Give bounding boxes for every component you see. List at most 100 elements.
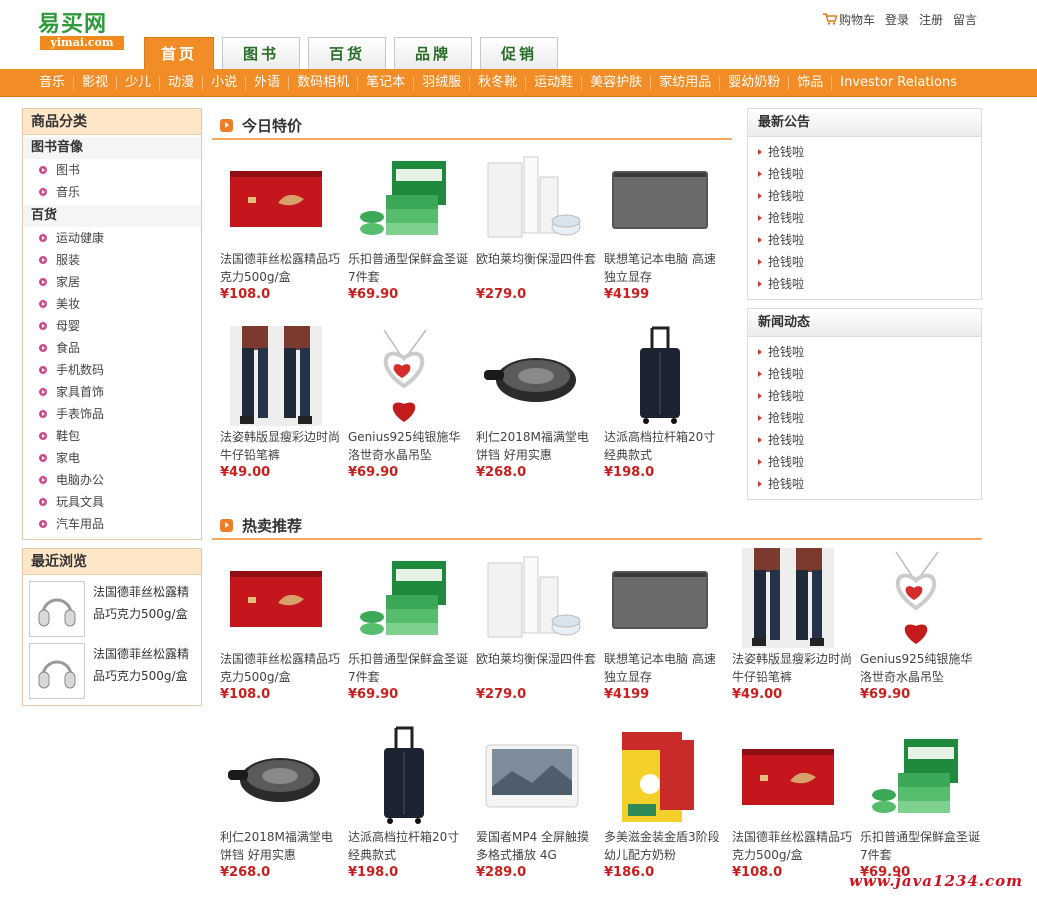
skincare-set-image[interactable] [476, 148, 588, 248]
heart-pendant-image[interactable] [348, 326, 460, 426]
news-link[interactable]: 抢钱啦 [748, 407, 981, 429]
product-name[interactable]: 联想笔记本电脑 高速独立显存 [604, 250, 724, 286]
product-name[interactable]: 法国德菲丝松露精品巧克力500g/盒 [220, 250, 340, 286]
news-link[interactable]: 抢钱啦 [748, 141, 981, 163]
news-link[interactable]: 抢钱啦 [748, 363, 981, 385]
product-card[interactable]: Genius925纯银施华洛世奇水晶吊坠 ¥69.90 [860, 548, 980, 704]
nav-item[interactable]: 美容护肤 [582, 76, 652, 90]
nav-item[interactable]: 音乐 [31, 76, 75, 90]
category-group-title[interactable]: 百货 [23, 205, 201, 227]
tab-3[interactable]: 品牌 [394, 37, 472, 69]
milk-powder-image[interactable] [604, 726, 716, 826]
product-card[interactable]: 乐扣普通型保鲜盒圣诞7件套 ¥69.90 [348, 548, 468, 704]
product-card[interactable]: 乐扣普通型保鲜盒圣诞7件套 ¥69.90 [860, 726, 980, 882]
nav-item[interactable]: 数码相机 [289, 76, 359, 90]
nav-item[interactable]: 家纺用品 [651, 76, 721, 90]
suitcase-image[interactable] [348, 726, 460, 826]
product-name[interactable]: 达派高档拉杆箱20寸 经典款式 [348, 828, 468, 864]
nav-item[interactable]: 动漫 [160, 76, 204, 90]
product-name[interactable]: 欧珀莱均衡保湿四件套 [476, 650, 596, 686]
cart-link[interactable]: 购物车 [822, 11, 875, 28]
product-name[interactable]: 利仁2018M福满堂电饼铛 好用实惠 [220, 828, 340, 864]
tab-4[interactable]: 促销 [480, 37, 558, 69]
heart-pendant-image[interactable] [860, 548, 972, 648]
product-card[interactable]: 联想笔记本电脑 高速独立显存 ¥4199 [604, 148, 724, 304]
nav-item[interactable]: Investor Relations [832, 76, 965, 90]
mp4-player-image[interactable] [476, 726, 588, 826]
laptop-image[interactable] [604, 548, 716, 648]
news-link[interactable]: 抢钱啦 [748, 251, 981, 273]
laptop-image[interactable] [604, 148, 716, 248]
news-link[interactable]: 抢钱啦 [748, 451, 981, 473]
product-card[interactable]: 法国德菲丝松露精品巧克力500g/盒 ¥108.0 [732, 726, 852, 882]
category-item[interactable]: 美妆 [23, 293, 201, 315]
electric-pan-image[interactable] [476, 326, 588, 426]
tab-1[interactable]: 图书 [222, 37, 300, 69]
category-item[interactable]: 运动健康 [23, 227, 201, 249]
nav-item[interactable]: 饰品 [789, 76, 833, 90]
category-item[interactable]: 图书 [23, 159, 201, 181]
product-name[interactable]: 乐扣普通型保鲜盒圣诞7件套 [860, 828, 980, 864]
product-name[interactable]: Genius925纯银施华洛世奇水晶吊坠 [860, 650, 980, 686]
news-link[interactable]: 抢钱啦 [748, 385, 981, 407]
category-item[interactable]: 服装 [23, 249, 201, 271]
register-link[interactable]: 注册 [919, 11, 943, 28]
nav-item[interactable]: 外语 [246, 76, 290, 90]
electric-pan-image[interactable] [220, 726, 332, 826]
product-name[interactable]: 利仁2018M福满堂电饼铛 好用实惠 [476, 428, 596, 464]
product-name[interactable]: 法国德菲丝松露精品巧克力500g/盒 [220, 650, 340, 686]
product-name[interactable]: 法姿韩版显瘦彩边时尚牛仔铅笔裤 [732, 650, 852, 686]
category-item[interactable]: 汽车用品 [23, 513, 201, 535]
category-item[interactable]: 母婴 [23, 315, 201, 337]
nav-item[interactable]: 婴幼奶粉 [720, 76, 790, 90]
category-item[interactable]: 玩具文具 [23, 491, 201, 513]
product-card[interactable]: 达派高档拉杆箱20寸 经典款式 ¥198.0 [348, 726, 468, 882]
category-group-title[interactable]: 图书音像 [23, 137, 201, 159]
product-card[interactable]: 爱国者MP4 全屏触摸多格式播放 4G ¥289.0 [476, 726, 596, 882]
category-item[interactable]: 家居 [23, 271, 201, 293]
product-card[interactable]: 法姿韩版显瘦彩边时尚牛仔铅笔裤 ¥49.00 [220, 326, 340, 482]
skincare-set-image[interactable] [476, 548, 588, 648]
product-name[interactable]: 多美滋金装金盾3阶段幼儿配方奶粉 [604, 828, 724, 864]
category-item[interactable]: 音乐 [23, 181, 201, 203]
product-card[interactable]: 欧珀莱均衡保湿四件套 ¥279.0 [476, 148, 596, 304]
recent-item[interactable]: 法国德菲丝松露精品巧克力500g/盒 [23, 639, 201, 699]
recent-item-name[interactable]: 法国德菲丝松露精品巧克力500g/盒 [85, 581, 195, 633]
category-item[interactable]: 电脑办公 [23, 469, 201, 491]
product-card[interactable]: 多美滋金装金盾3阶段幼儿配方奶粉 ¥186.0 [604, 726, 724, 882]
news-link[interactable]: 抢钱啦 [748, 163, 981, 185]
nav-item[interactable]: 运动鞋 [526, 76, 583, 90]
nav-item[interactable]: 少儿 [117, 76, 161, 90]
product-name[interactable]: 爱国者MP4 全屏触摸多格式播放 4G [476, 828, 596, 864]
product-card[interactable]: 法国德菲丝松露精品巧克力500g/盒 ¥108.0 [220, 548, 340, 704]
category-item[interactable]: 食品 [23, 337, 201, 359]
nav-item[interactable]: 笔记本 [358, 76, 415, 90]
recent-item[interactable]: 法国德菲丝松露精品巧克力500g/盒 [23, 577, 201, 637]
product-card[interactable]: Genius925纯银施华洛世奇水晶吊坠 ¥69.90 [348, 326, 468, 482]
product-card[interactable]: 达派高档拉杆箱20寸 经典款式 ¥198.0 [604, 326, 724, 482]
nav-item[interactable]: 秋冬靴 [470, 76, 527, 90]
headphone-icon[interactable] [29, 643, 85, 699]
jeans-image[interactable] [220, 326, 332, 426]
news-link[interactable]: 抢钱啦 [748, 341, 981, 363]
product-name[interactable]: Genius925纯银施华洛世奇水晶吊坠 [348, 428, 468, 464]
category-item[interactable]: 手机数码 [23, 359, 201, 381]
tab-2[interactable]: 百货 [308, 37, 386, 69]
news-link[interactable]: 抢钱啦 [748, 185, 981, 207]
recent-item-name[interactable]: 法国德菲丝松露精品巧克力500g/盒 [85, 643, 195, 695]
suitcase-image[interactable] [604, 326, 716, 426]
product-card[interactable]: 利仁2018M福满堂电饼铛 好用实惠 ¥268.0 [220, 726, 340, 882]
chocolate-box-image[interactable] [220, 548, 332, 648]
product-name[interactable]: 法国德菲丝松露精品巧克力500g/盒 [732, 828, 852, 864]
product-card[interactable]: 乐扣普通型保鲜盒圣诞7件套 ¥69.90 [348, 148, 468, 304]
category-item[interactable]: 家电 [23, 447, 201, 469]
product-card[interactable]: 欧珀莱均衡保湿四件套 ¥279.0 [476, 548, 596, 704]
product-card[interactable]: 法国德菲丝松露精品巧克力500g/盒 ¥108.0 [220, 148, 340, 304]
message-link[interactable]: 留言 [953, 11, 977, 28]
nav-item[interactable]: 羽绒服 [414, 76, 471, 90]
food-containers-image[interactable] [860, 726, 972, 826]
news-link[interactable]: 抢钱啦 [748, 429, 981, 451]
category-item[interactable]: 家具首饰 [23, 381, 201, 403]
product-name[interactable]: 达派高档拉杆箱20寸 经典款式 [604, 428, 724, 464]
chocolate-box-image[interactable] [732, 726, 844, 826]
